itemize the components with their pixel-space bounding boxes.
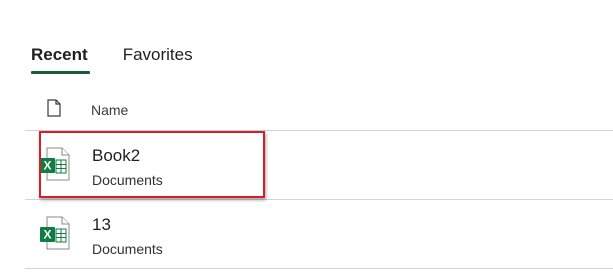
file-location: Documents <box>92 241 163 257</box>
svg-text:X: X <box>43 228 51 242</box>
tab-bar: Recent Favorites <box>31 44 193 74</box>
column-header-name[interactable]: Name <box>91 102 128 118</box>
svg-text:X: X <box>43 159 51 173</box>
file-row[interactable]: X Book2 Documents <box>25 131 613 200</box>
file-icon <box>47 99 61 117</box>
tab-recent[interactable]: Recent <box>31 44 90 74</box>
file-row[interactable]: X 13 Documents <box>25 200 613 269</box>
recent-files-panel: Recent Favorites Name X Book2 Documents … <box>0 0 613 272</box>
file-name: Book2 <box>92 146 141 165</box>
excel-icon: X <box>39 216 71 250</box>
tab-favorites[interactable]: Favorites <box>123 44 193 72</box>
excel-icon: X <box>39 147 71 181</box>
file-location: Documents <box>92 172 163 188</box>
list-header: Name <box>25 92 613 131</box>
file-name: 13 <box>92 215 111 234</box>
